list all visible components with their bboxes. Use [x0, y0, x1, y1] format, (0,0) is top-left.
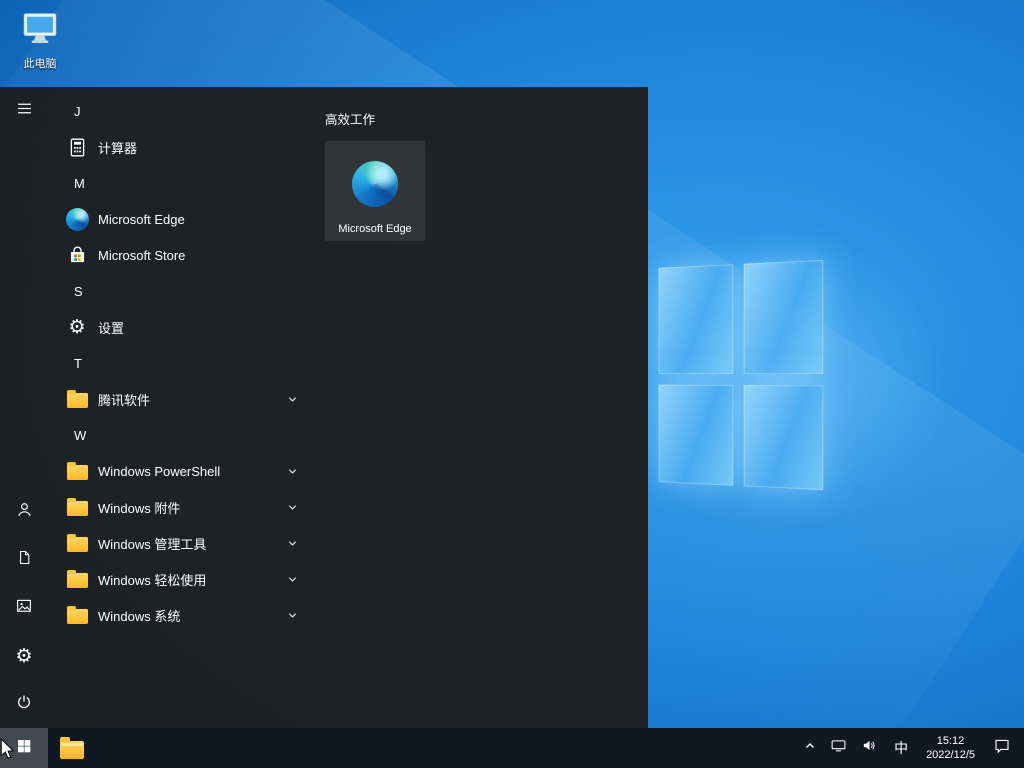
- network-icon: [830, 737, 847, 759]
- start-menu-rail: ⚙: [0, 87, 48, 728]
- tile-microsoft-edge[interactable]: Microsoft Edge: [325, 141, 425, 241]
- windows-logo-icon: [16, 738, 32, 759]
- pictures-button[interactable]: [0, 584, 48, 632]
- folder-label: Windows 系统: [98, 606, 180, 625]
- power-icon: [15, 693, 33, 716]
- app-group-header-t[interactable]: T: [48, 345, 310, 381]
- folder-item-windows-ease-of-access[interactable]: Windows 轻松使用: [48, 561, 310, 597]
- folder-item-windows-system[interactable]: Windows 系统: [48, 597, 310, 633]
- desktop-icon-this-pc[interactable]: 此电脑: [12, 8, 68, 71]
- file-explorer-icon: [60, 741, 84, 759]
- start-button[interactable]: [0, 728, 48, 768]
- folder-icon: [67, 573, 88, 588]
- chevron-down-icon: [287, 574, 298, 585]
- chevron-up-icon: [804, 739, 816, 757]
- settings-button[interactable]: ⚙: [0, 632, 48, 680]
- gear-icon: ⚙: [68, 318, 85, 337]
- store-icon: [64, 242, 90, 268]
- app-label: 计算器: [98, 138, 137, 157]
- system-tray: 中 15:12 2022/12/5: [797, 728, 1024, 768]
- user-account-button[interactable]: [0, 488, 48, 536]
- folder-item-tencent[interactable]: 腾讯软件: [48, 381, 310, 417]
- tile-label: Microsoft Edge: [329, 223, 421, 235]
- folder-icon: [67, 393, 88, 408]
- clock-time: 15:12: [937, 734, 965, 748]
- gear-icon: ⚙: [15, 647, 32, 666]
- app-item-calculator[interactable]: 计算器: [48, 129, 310, 165]
- document-icon: [16, 549, 33, 571]
- chevron-down-icon: [287, 538, 298, 549]
- tile-group-title[interactable]: 高效工作: [325, 109, 425, 128]
- taskbar: 中 15:12 2022/12/5: [0, 728, 1024, 768]
- wallpaper-windows-logo: [659, 260, 824, 490]
- folder-label: 腾讯软件: [98, 390, 150, 409]
- user-icon: [15, 500, 34, 524]
- folder-icon: [67, 537, 88, 552]
- clock-date: 2022/12/5: [926, 748, 975, 762]
- tray-overflow-button[interactable]: [797, 728, 823, 768]
- folder-icon: [67, 609, 88, 624]
- folder-icon: [67, 465, 88, 480]
- documents-button[interactable]: [0, 536, 48, 584]
- chevron-down-icon: [287, 394, 298, 405]
- action-center-button[interactable]: [984, 728, 1024, 768]
- chevron-down-icon: [287, 466, 298, 477]
- action-center-icon: [993, 737, 1011, 760]
- hamburger-icon: [16, 100, 33, 122]
- app-label: 设置: [98, 318, 124, 337]
- app-group-header-w[interactable]: W: [48, 417, 310, 453]
- ime-indicator[interactable]: 中: [885, 728, 917, 768]
- start-menu: ⚙ J 计算器 M: [0, 87, 648, 728]
- file-explorer-button[interactable]: [48, 728, 96, 768]
- edge-icon: [66, 208, 89, 231]
- app-item-microsoft-store[interactable]: Microsoft Store: [48, 237, 310, 273]
- folder-item-windows-powershell[interactable]: Windows PowerShell: [48, 453, 310, 489]
- power-button[interactable]: [0, 680, 48, 728]
- app-list: J 计算器 M Microsoft Edge: [48, 87, 310, 728]
- app-group-header-s[interactable]: S: [48, 273, 310, 309]
- app-group-header-j[interactable]: J: [48, 93, 310, 129]
- this-pc-icon: [20, 35, 60, 52]
- chevron-down-icon: [287, 610, 298, 621]
- folder-icon: [67, 501, 88, 516]
- folder-item-windows-admin-tools[interactable]: Windows 管理工具: [48, 525, 310, 561]
- network-button[interactable]: [823, 728, 854, 768]
- app-label: Microsoft Store: [98, 248, 185, 263]
- pictures-icon: [15, 597, 33, 620]
- folder-label: Windows 轻松使用: [98, 570, 206, 589]
- app-item-microsoft-edge[interactable]: Microsoft Edge: [48, 201, 310, 237]
- chevron-down-icon: [287, 502, 298, 513]
- volume-button[interactable]: [854, 728, 885, 768]
- app-label: Microsoft Edge: [98, 212, 185, 227]
- edge-icon: [352, 161, 398, 207]
- app-group-header-m[interactable]: M: [48, 165, 310, 201]
- folder-label: Windows PowerShell: [98, 464, 220, 479]
- folder-label: Windows 管理工具: [98, 534, 206, 553]
- app-item-settings[interactable]: ⚙ 设置: [48, 309, 310, 345]
- expand-menu-button[interactable]: [0, 87, 48, 135]
- clock[interactable]: 15:12 2022/12/5: [917, 728, 984, 768]
- calculator-icon: [64, 134, 90, 160]
- folder-label: Windows 附件: [98, 498, 180, 517]
- this-pc-label: 此电脑: [12, 55, 68, 71]
- folder-item-windows-accessories[interactable]: Windows 附件: [48, 489, 310, 525]
- speaker-icon: [861, 737, 878, 759]
- tile-area: 高效工作 Microsoft Edge: [310, 87, 425, 728]
